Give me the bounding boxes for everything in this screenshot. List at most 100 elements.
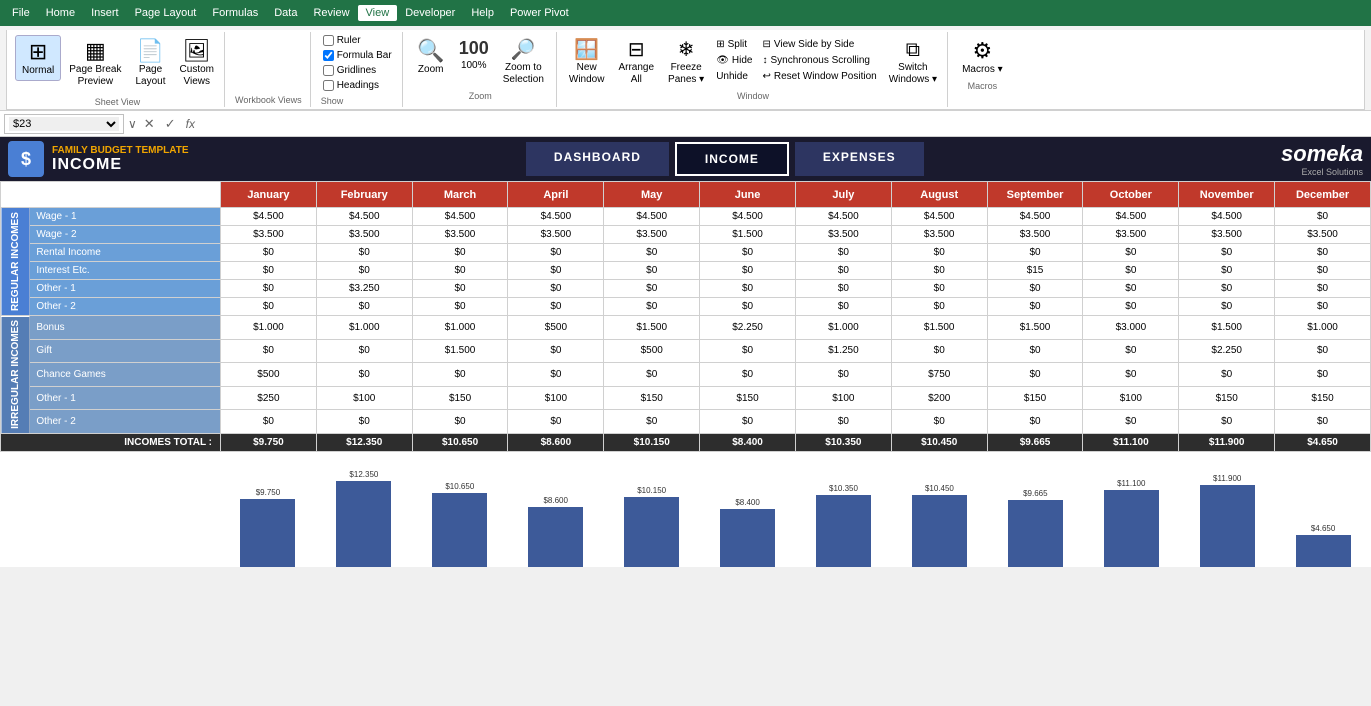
page-layout-button[interactable]: 📄 PageLayout	[130, 35, 172, 91]
cell-irregular-4-3[interactable]: $0	[508, 410, 604, 434]
cell-regular-1-8[interactable]: $3.500	[987, 226, 1083, 244]
cell-regular-0-1[interactable]: $4.500	[316, 208, 412, 226]
formula-cancel-icon[interactable]: ✕	[141, 116, 158, 132]
cell-irregular-0-2[interactable]: $1.000	[412, 316, 508, 340]
cell-irregular-2-8[interactable]: $0	[987, 363, 1083, 387]
cell-regular-5-10[interactable]: $0	[1179, 298, 1275, 316]
cell-regular-5-2[interactable]: $0	[412, 298, 508, 316]
formula-enter-icon[interactable]: ✓	[162, 116, 179, 132]
cell-irregular-0-1[interactable]: $1.000	[316, 316, 412, 340]
cell-irregular-1-1[interactable]: $0	[316, 339, 412, 363]
cell-irregular-1-7[interactable]: $0	[891, 339, 987, 363]
cell-regular-5-8[interactable]: $0	[987, 298, 1083, 316]
cell-irregular-2-6[interactable]: $0	[795, 363, 891, 387]
zoom-100-button[interactable]: 100 100%	[453, 35, 495, 89]
cell-regular-5-11[interactable]: $0	[1275, 298, 1371, 316]
cell-regular-3-8[interactable]: $15	[987, 262, 1083, 280]
cell-regular-1-5[interactable]: $1.500	[700, 226, 796, 244]
cell-irregular-3-0[interactable]: $250	[221, 386, 317, 410]
cell-irregular-4-0[interactable]: $0	[221, 410, 317, 434]
cell-irregular-4-9[interactable]: $0	[1083, 410, 1179, 434]
cell-irregular-2-9[interactable]: $0	[1083, 363, 1179, 387]
cell-regular-2-2[interactable]: $0	[412, 244, 508, 262]
cell-irregular-2-0[interactable]: $500	[221, 363, 317, 387]
macros-button[interactable]: ⚙ Macros ▾	[956, 35, 1009, 79]
cell-regular-3-5[interactable]: $0	[700, 262, 796, 280]
cell-irregular-2-7[interactable]: $750	[891, 363, 987, 387]
new-window-button[interactable]: 🪟 NewWindow	[563, 35, 611, 89]
cell-regular-0-2[interactable]: $4.500	[412, 208, 508, 226]
cell-regular-3-1[interactable]: $0	[316, 262, 412, 280]
arrange-all-button[interactable]: ⊟ ArrangeAll	[612, 35, 660, 89]
cell-regular-3-4[interactable]: $0	[604, 262, 700, 280]
cell-regular-2-0[interactable]: $0	[221, 244, 317, 262]
cell-irregular-2-4[interactable]: $0	[604, 363, 700, 387]
name-box[interactable]: $23	[4, 114, 124, 134]
menu-home[interactable]: Home	[38, 5, 83, 21]
cell-regular-0-7[interactable]: $4.500	[891, 208, 987, 226]
cell-irregular-1-0[interactable]: $0	[221, 339, 317, 363]
cell-regular-2-8[interactable]: $0	[987, 244, 1083, 262]
formula-input[interactable]	[202, 118, 1367, 130]
cell-regular-3-6[interactable]: $0	[795, 262, 891, 280]
synchronous-scrolling-button[interactable]: ↕ Synchronous Scrolling	[758, 53, 880, 68]
gridlines-checkbox-row[interactable]: Gridlines	[321, 64, 394, 77]
cell-regular-4-10[interactable]: $0	[1179, 280, 1275, 298]
cell-regular-3-0[interactable]: $0	[221, 262, 317, 280]
cell-regular-0-8[interactable]: $4.500	[987, 208, 1083, 226]
menu-help[interactable]: Help	[463, 5, 502, 21]
cell-irregular-0-5[interactable]: $2.250	[700, 316, 796, 340]
cell-irregular-0-11[interactable]: $1.000	[1275, 316, 1371, 340]
nav-expenses[interactable]: EXPENSES	[795, 142, 924, 176]
cell-regular-0-5[interactable]: $4.500	[700, 208, 796, 226]
cell-irregular-1-8[interactable]: $0	[987, 339, 1083, 363]
menu-developer[interactable]: Developer	[397, 5, 463, 21]
cell-regular-5-7[interactable]: $0	[891, 298, 987, 316]
nav-dashboard[interactable]: DASHBOARD	[526, 142, 669, 176]
zoom-button[interactable]: 🔍 Zoom	[411, 35, 451, 89]
cell-irregular-0-3[interactable]: $500	[508, 316, 604, 340]
cell-regular-4-2[interactable]: $0	[412, 280, 508, 298]
ruler-checkbox[interactable]	[323, 35, 334, 46]
cell-regular-1-0[interactable]: $3.500	[221, 226, 317, 244]
cell-irregular-2-10[interactable]: $0	[1179, 363, 1275, 387]
cell-regular-4-6[interactable]: $0	[795, 280, 891, 298]
menu-file[interactable]: File	[4, 5, 38, 21]
cell-regular-1-6[interactable]: $3.500	[795, 226, 891, 244]
reset-window-position-button[interactable]: ↩ Reset Window Position	[758, 69, 880, 84]
formula-bar-checkbox-row[interactable]: Formula Bar	[321, 49, 394, 62]
cell-irregular-1-6[interactable]: $1.250	[795, 339, 891, 363]
cell-irregular-3-11[interactable]: $150	[1275, 386, 1371, 410]
menu-formulas[interactable]: Formulas	[204, 5, 266, 21]
cell-irregular-2-5[interactable]: $0	[700, 363, 796, 387]
cell-irregular-0-9[interactable]: $3.000	[1083, 316, 1179, 340]
cell-regular-3-3[interactable]: $0	[508, 262, 604, 280]
cell-regular-5-5[interactable]: $0	[700, 298, 796, 316]
cell-regular-2-5[interactable]: $0	[700, 244, 796, 262]
cell-irregular-4-4[interactable]: $0	[604, 410, 700, 434]
cell-irregular-4-1[interactable]: $0	[316, 410, 412, 434]
cell-regular-0-0[interactable]: $4.500	[221, 208, 317, 226]
cell-regular-2-6[interactable]: $0	[795, 244, 891, 262]
gridlines-checkbox[interactable]	[323, 65, 334, 76]
cell-regular-2-11[interactable]: $0	[1275, 244, 1371, 262]
cell-regular-1-1[interactable]: $3.500	[316, 226, 412, 244]
cell-regular-4-0[interactable]: $0	[221, 280, 317, 298]
unhide-button[interactable]: Unhide	[712, 69, 756, 84]
cell-irregular-1-2[interactable]: $1.500	[412, 339, 508, 363]
ruler-checkbox-row[interactable]: Ruler	[321, 34, 394, 47]
normal-view-button[interactable]: ⊞ Normal	[15, 35, 61, 81]
cell-irregular-3-3[interactable]: $100	[508, 386, 604, 410]
cell-regular-5-6[interactable]: $0	[795, 298, 891, 316]
cell-irregular-2-2[interactable]: $0	[412, 363, 508, 387]
cell-irregular-4-2[interactable]: $0	[412, 410, 508, 434]
cell-regular-4-8[interactable]: $0	[987, 280, 1083, 298]
cell-regular-1-11[interactable]: $3.500	[1275, 226, 1371, 244]
split-button[interactable]: ⊞ Split	[712, 37, 756, 52]
cell-irregular-4-10[interactable]: $0	[1179, 410, 1275, 434]
cell-irregular-3-2[interactable]: $150	[412, 386, 508, 410]
cell-regular-5-9[interactable]: $0	[1083, 298, 1179, 316]
cell-regular-0-10[interactable]: $4.500	[1179, 208, 1275, 226]
freeze-panes-button[interactable]: ❄ FreezePanes ▾	[662, 35, 710, 89]
cell-regular-5-1[interactable]: $0	[316, 298, 412, 316]
